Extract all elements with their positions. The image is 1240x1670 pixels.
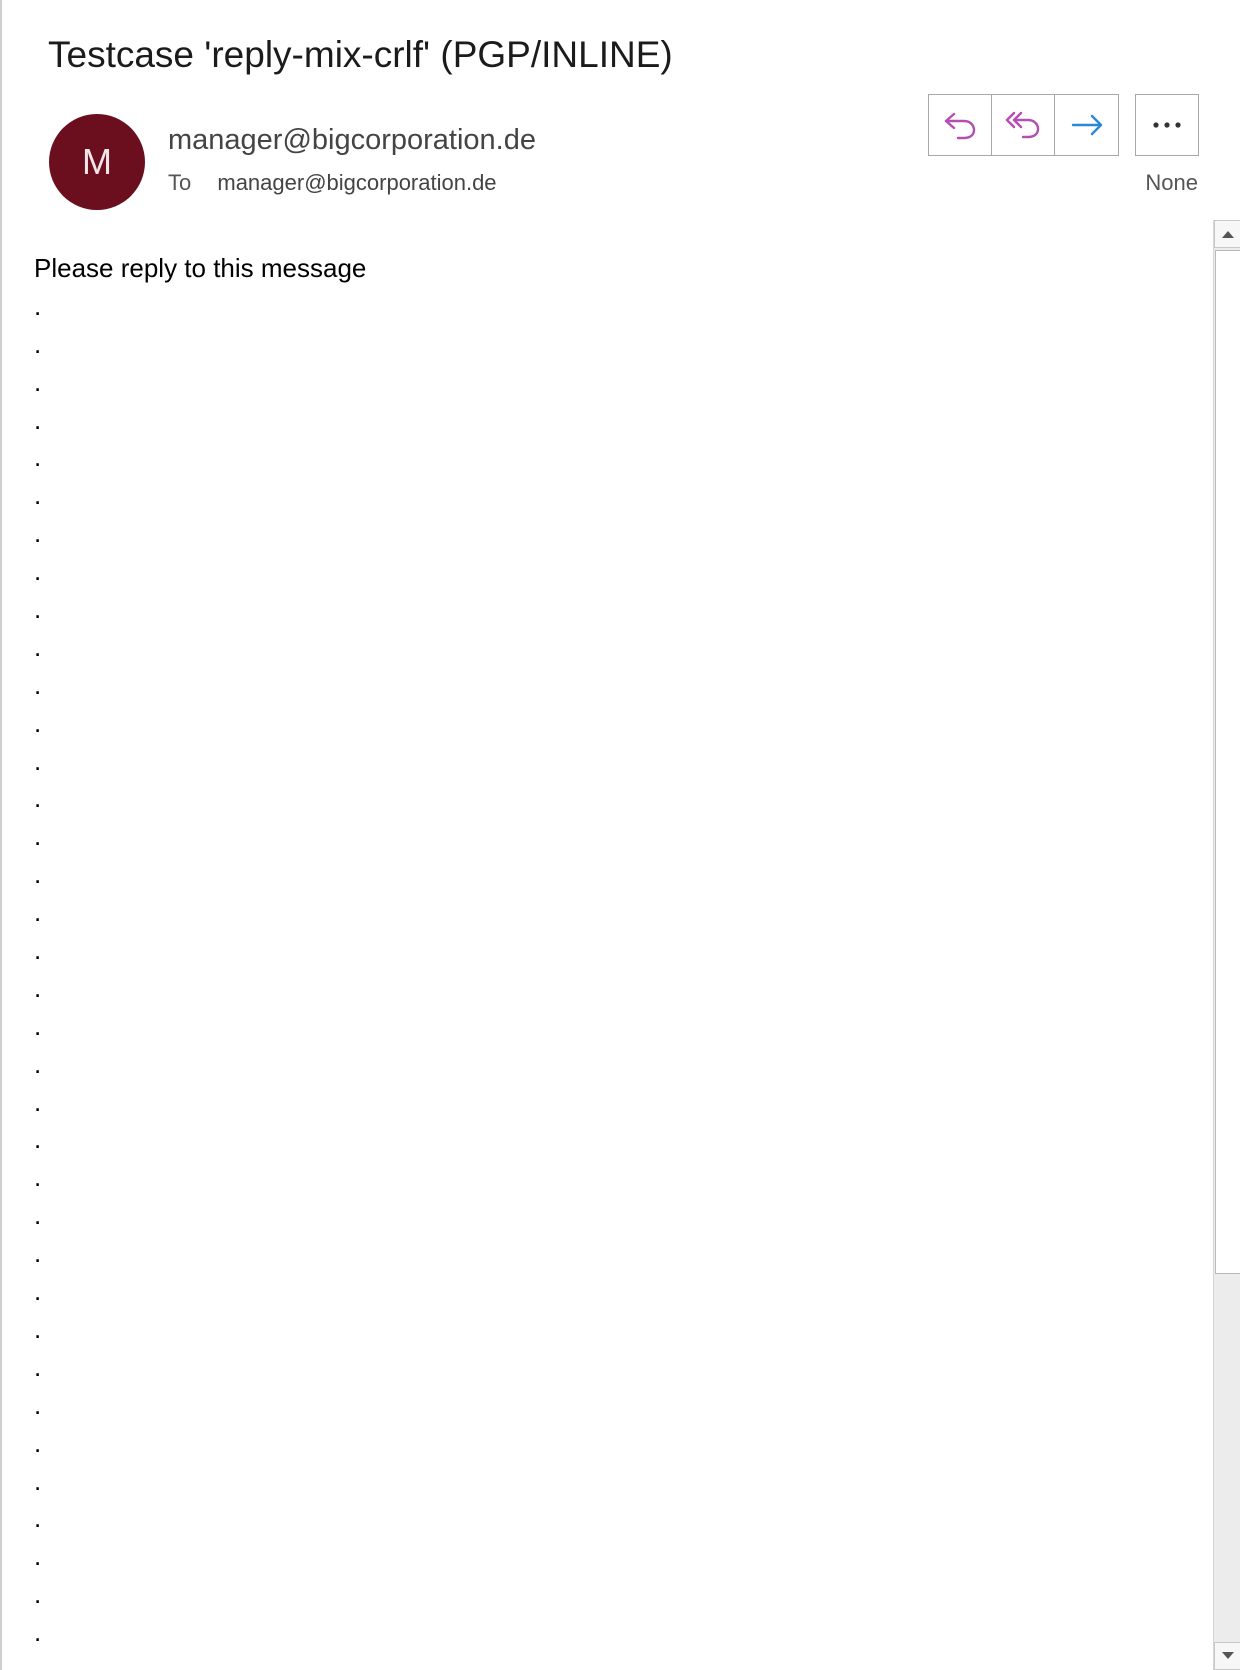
body-line: . — [34, 404, 42, 435]
recipient-address[interactable]: manager@bigcorporation.de — [217, 170, 496, 195]
body-line: . — [34, 1579, 42, 1610]
body-line: . — [34, 972, 42, 1003]
body-line: . — [34, 669, 42, 700]
body-line: . — [34, 1124, 42, 1155]
scroll-down-arrow-icon — [1222, 1652, 1234, 1659]
body-line: . — [34, 1351, 42, 1382]
more-actions-button[interactable] — [1135, 94, 1199, 156]
message-subject: Testcase 'reply-mix-crlf' (PGP/INLINE) — [48, 34, 673, 75]
scroll-up-button[interactable] — [1214, 220, 1240, 248]
body-line: . — [34, 783, 42, 814]
body-line: . — [34, 442, 42, 473]
body-line: . — [34, 1389, 42, 1420]
body-line: . — [34, 1200, 42, 1231]
reply-all-button[interactable] — [992, 95, 1055, 155]
body-line: . — [34, 594, 42, 625]
body-line: . — [34, 518, 42, 549]
body-line: . — [34, 1503, 42, 1534]
category-label: None — [1145, 170, 1198, 195]
body-line: . — [34, 556, 42, 587]
body-line: . — [34, 707, 42, 738]
body-line: . — [34, 480, 42, 511]
forward-button[interactable] — [1055, 95, 1118, 155]
body-line: . — [34, 935, 42, 966]
response-actions — [928, 94, 1119, 156]
body-first-line: Please reply to this message — [34, 253, 367, 283]
sender-avatar[interactable]: M — [49, 114, 145, 210]
body-line: . — [34, 1086, 42, 1117]
scroll-up-arrow-icon — [1222, 231, 1234, 238]
forward-icon — [1071, 114, 1102, 136]
body-line: . — [34, 1313, 42, 1344]
avatar-initial: M — [82, 141, 112, 182]
vertical-scrollbar[interactable] — [1213, 220, 1240, 1670]
body-line: . — [34, 1465, 42, 1496]
body-line: . — [34, 1048, 42, 1079]
body-line: . — [34, 745, 42, 776]
message-body[interactable]: Please reply to this message ...........… — [34, 250, 1204, 1670]
to-label: To — [168, 170, 192, 195]
body-line: . — [34, 1276, 42, 1307]
sender-address[interactable]: manager@bigcorporation.de — [168, 124, 536, 157]
body-line: . — [34, 1427, 42, 1458]
scroll-down-button[interactable] — [1214, 1642, 1240, 1670]
recipient-line: To manager@bigcorporation.de — [168, 170, 497, 196]
body-line: . — [34, 897, 42, 928]
body-line: . — [34, 631, 42, 662]
body-line: . — [34, 1238, 42, 1269]
reading-pane: Testcase 'reply-mix-crlf' (PGP/INLINE) M… — [0, 0, 1240, 1670]
body-line: . — [34, 821, 42, 852]
body-line: . — [34, 1617, 42, 1648]
reply-all-icon — [1005, 111, 1040, 139]
body-line: . — [34, 1162, 42, 1193]
body-line: . — [34, 290, 42, 321]
scroll-thumb[interactable] — [1215, 250, 1240, 1274]
reply-icon — [944, 112, 976, 140]
more-icon — [1153, 122, 1181, 128]
body-line: . — [34, 366, 42, 397]
body-line: . — [34, 1541, 42, 1572]
reply-button[interactable] — [929, 95, 992, 155]
body-line: . — [34, 328, 42, 359]
body-line: . — [34, 859, 42, 890]
body-line: . — [34, 1010, 42, 1041]
